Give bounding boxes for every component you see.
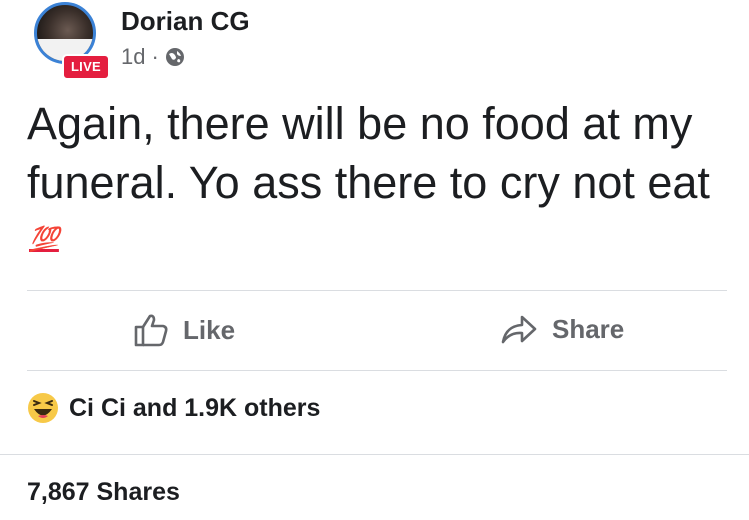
globe-icon <box>165 48 184 66</box>
divider-bottom <box>0 454 749 455</box>
reactions-text: Ci Ci and 1.9K others <box>69 393 321 422</box>
post-meta: 1d · <box>121 44 185 70</box>
meta-separator: · <box>151 44 159 69</box>
divider-top <box>27 290 727 291</box>
author-name[interactable]: Dorian CG <box>121 6 250 37</box>
share-button[interactable]: Share <box>500 312 624 346</box>
hundred-points-emoji: 💯 <box>29 225 59 253</box>
post-time[interactable]: 1d <box>121 44 145 70</box>
shares-count[interactable]: 7,867 Shares <box>27 478 180 507</box>
divider-middle <box>27 370 727 371</box>
share-arrow-icon <box>501 315 537 344</box>
thumbs-up-icon <box>134 314 168 347</box>
live-badge: LIVE <box>62 54 110 80</box>
like-button[interactable]: Like <box>133 312 235 348</box>
reactions-summary[interactable]: Ci Ci and 1.9K others <box>27 392 320 424</box>
share-label: Share <box>552 313 625 344</box>
avatar-container[interactable]: LIVE <box>28 2 110 80</box>
post-text: Again, there will be no food at my funer… <box>27 94 727 279</box>
laughing-emoji-icon <box>28 393 58 423</box>
post-body: Again, there will be no food at my funer… <box>27 98 710 208</box>
like-label: Like <box>183 314 236 345</box>
